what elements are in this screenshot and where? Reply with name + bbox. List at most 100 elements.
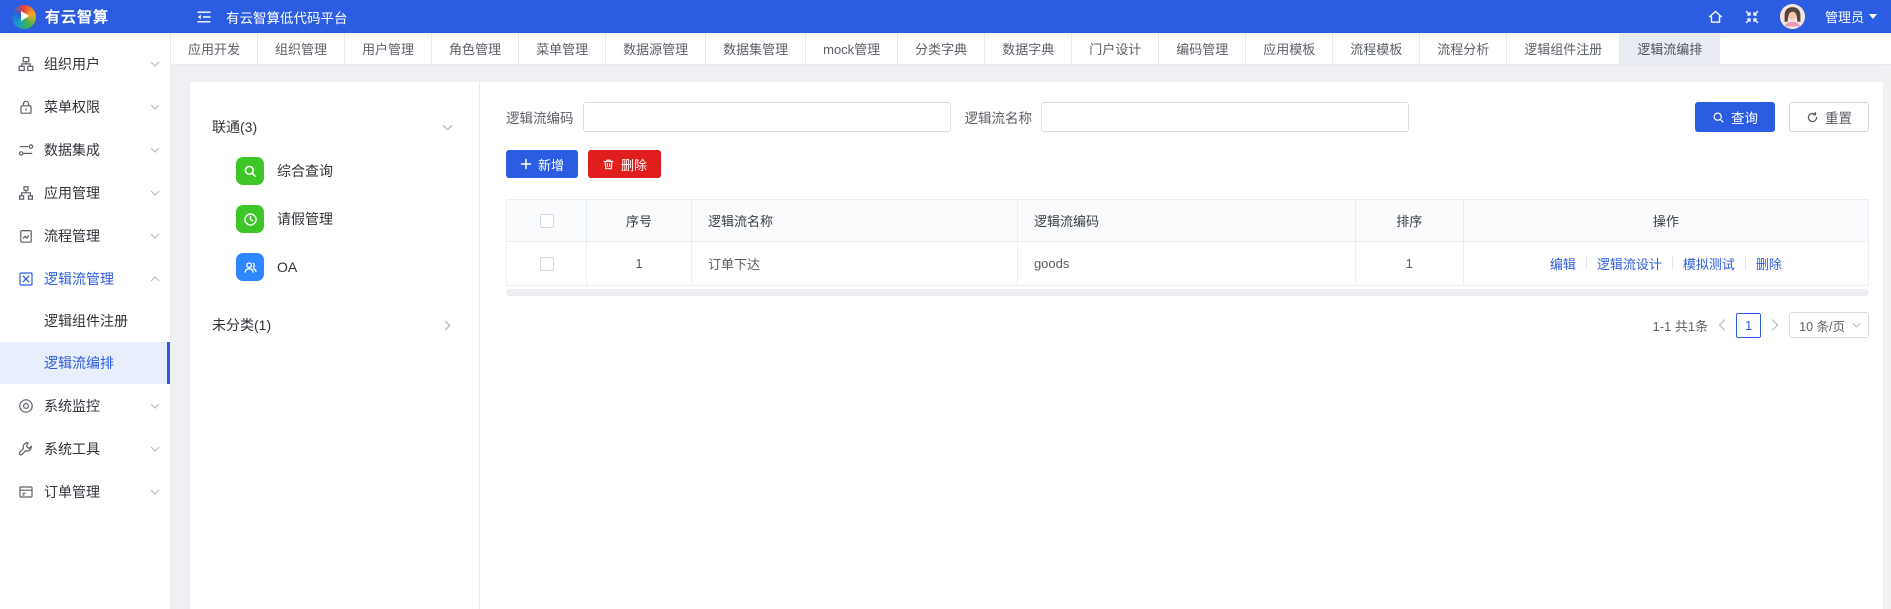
group-unicom[interactable]: 联通(3) (190, 107, 479, 147)
edit-link[interactable]: 编辑 (1550, 254, 1576, 273)
search-icon (1712, 111, 1725, 124)
group-uncategorized[interactable]: 未分类(1) (190, 305, 479, 345)
header-order: 排序 (1356, 200, 1464, 241)
tab-datasource-mgmt[interactable]: 数据源管理 (606, 33, 706, 64)
tab-mock-mgmt[interactable]: mock管理 (806, 33, 898, 64)
sidebar-subitem-logic-flow-orchestration[interactable]: 逻辑流编排 (0, 342, 170, 384)
org-users-icon (18, 56, 34, 72)
tab-user-mgmt[interactable]: 用户管理 (345, 33, 432, 64)
refresh-icon (1806, 111, 1819, 124)
row-checkbox[interactable] (540, 257, 554, 271)
add-button[interactable]: 新增 (506, 150, 578, 178)
tab-portal-design[interactable]: 门户设计 (1072, 33, 1159, 64)
sidebar-item-order-management[interactable]: 订单管理 (0, 470, 170, 513)
sidebar-item-label: 订单管理 (44, 482, 100, 502)
home-icon[interactable] (1707, 8, 1724, 25)
sidebar-item-logic-flow-management[interactable]: 逻辑流管理 (0, 257, 170, 300)
group-item-label: 综合查询 (277, 161, 333, 181)
tab-data-dict[interactable]: 数据字典 (985, 33, 1072, 64)
order-icon (18, 484, 34, 500)
user-menu[interactable]: 管理员 (1825, 7, 1877, 26)
app-management-icon (18, 185, 34, 201)
tab-menu-mgmt[interactable]: 菜单管理 (519, 33, 606, 64)
sidebar-item-label: 数据集成 (44, 140, 100, 160)
sidebar-item-label: 系统工具 (44, 439, 100, 459)
logic-flow-table: 序号 逻辑流名称 逻辑流编码 排序 操作 1 订单下达 goods 1 编辑 (506, 199, 1869, 286)
delete-button[interactable]: 删除 (588, 150, 661, 178)
row-order: 1 (1356, 242, 1464, 285)
vertical-scrollbar[interactable] (1883, 65, 1891, 609)
sidebar-item-label: 系统监控 (44, 396, 100, 416)
menu-fold-icon[interactable] (196, 9, 212, 25)
tab-logic-flow-orchestration[interactable]: 逻辑流编排 (1620, 33, 1720, 64)
logo-text: 有云智算 (45, 6, 109, 27)
row-checkbox-cell (507, 242, 587, 285)
action-separator (1745, 257, 1746, 270)
table-row: 1 订单下达 goods 1 编辑 逻辑流设计 模拟测试 删除 (507, 242, 1868, 285)
horizontal-scrollbar[interactable] (506, 289, 1869, 296)
chevron-down-icon (150, 104, 160, 110)
group-item-oa[interactable]: OA (190, 243, 479, 291)
sidebar-subitem-label: 逻辑组件注册 (44, 311, 128, 331)
row-flow-code: goods (1018, 242, 1356, 285)
search-button-label: 查询 (1731, 107, 1758, 127)
action-separator (1672, 257, 1673, 270)
chevron-down-icon (150, 233, 160, 239)
tab-logic-component-register[interactable]: 逻辑组件注册 (1507, 33, 1620, 64)
prev-page-icon[interactable] (1718, 319, 1726, 331)
delete-button-label: 删除 (621, 155, 647, 174)
group-item-leave-management[interactable]: 请假管理 (190, 195, 479, 243)
fullscreen-icon[interactable] (1744, 9, 1760, 25)
group-item-label: OA (277, 259, 297, 275)
next-page-icon[interactable] (1771, 319, 1779, 331)
avatar[interactable] (1780, 4, 1805, 29)
group-item-comprehensive-query[interactable]: 综合查询 (190, 147, 479, 195)
chevron-down-icon (442, 124, 453, 131)
main-background: 联通(3) 综合查询 (170, 65, 1891, 609)
header-actions: 操作 (1464, 200, 1868, 241)
tools-icon (18, 441, 34, 457)
header-flow-name: 逻辑流名称 (692, 200, 1018, 241)
group-label: 未分类(1) (212, 315, 271, 335)
tab-process-analysis[interactable]: 流程分析 (1420, 33, 1507, 64)
tab-dataset-mgmt[interactable]: 数据集管理 (706, 33, 806, 64)
simulate-test-link[interactable]: 模拟测试 (1683, 254, 1735, 273)
tab-app-template[interactable]: 应用模板 (1246, 33, 1333, 64)
flow-code-label: 逻辑流编码 (506, 107, 574, 127)
tab-code-mgmt[interactable]: 编码管理 (1159, 33, 1246, 64)
tab-role-mgmt[interactable]: 角色管理 (432, 33, 519, 64)
sidebar-item-menu-permission[interactable]: 菜单权限 (0, 85, 170, 128)
sidebar-item-app-management[interactable]: 应用管理 (0, 171, 170, 214)
page-number-1[interactable]: 1 (1736, 313, 1761, 338)
sidebar-item-data-integration[interactable]: 数据集成 (0, 128, 170, 171)
logic-flow-design-link[interactable]: 逻辑流设计 (1597, 254, 1662, 273)
sidebar-item-process-management[interactable]: 流程管理 (0, 214, 170, 257)
tab-org-mgmt[interactable]: 组织管理 (258, 33, 345, 64)
logo-icon (12, 5, 36, 29)
tab-app-dev[interactable]: 应用开发 (170, 33, 258, 64)
add-button-label: 新增 (538, 155, 564, 174)
search-button[interactable]: 查询 (1695, 102, 1775, 132)
flow-name-input[interactable] (1041, 102, 1409, 132)
clock-app-icon (236, 205, 264, 233)
reset-button[interactable]: 重置 (1789, 102, 1869, 132)
flow-name-label: 逻辑流名称 (965, 107, 1033, 127)
page-size-select[interactable]: 10 条/页 (1789, 312, 1869, 338)
lock-icon (18, 99, 34, 115)
chevron-down-icon (150, 403, 160, 409)
tab-process-template[interactable]: 流程模板 (1333, 33, 1420, 64)
group-label: 联通(3) (212, 117, 257, 137)
sidebar-item-label: 流程管理 (44, 226, 100, 246)
chevron-right-icon (444, 320, 451, 331)
sidebar-item-org-users[interactable]: 组织用户 (0, 42, 170, 85)
tab-category-dict[interactable]: 分类字典 (898, 33, 985, 64)
sidebar-item-system-tools[interactable]: 系统工具 (0, 427, 170, 470)
sidebar-item-label: 组织用户 (44, 54, 100, 74)
sidebar-subitem-logic-component-register[interactable]: 逻辑组件注册 (0, 300, 170, 342)
select-all-checkbox[interactable] (540, 214, 554, 228)
flow-code-input[interactable] (583, 102, 951, 132)
delete-link[interactable]: 删除 (1756, 254, 1782, 273)
group-tree-panel: 联通(3) 综合查询 (190, 82, 480, 609)
sidebar-item-system-monitor[interactable]: 系统监控 (0, 384, 170, 427)
sidebar-item-label: 应用管理 (44, 183, 100, 203)
